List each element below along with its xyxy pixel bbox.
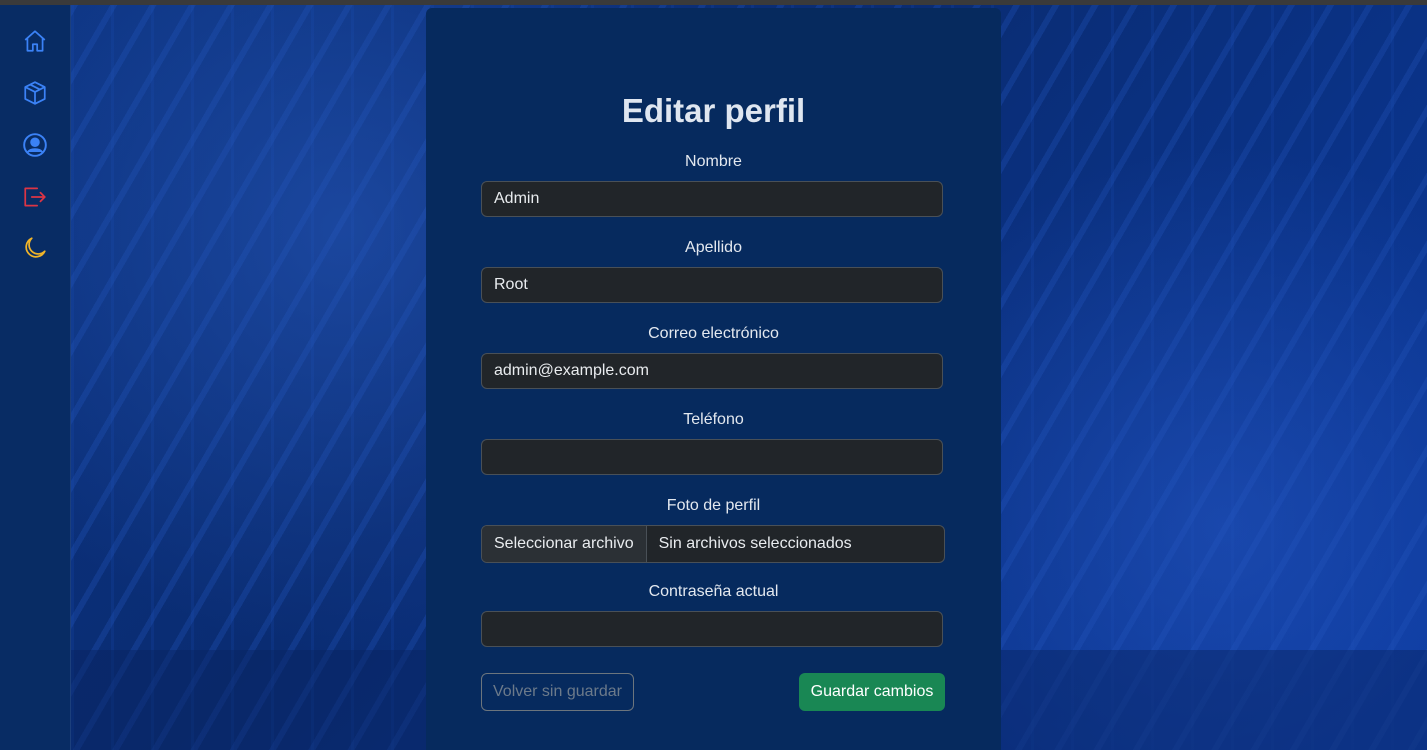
box-icon[interactable]	[21, 79, 49, 107]
edit-profile-card: Editar perfil Nombre Admin Apellido Root…	[426, 8, 1001, 750]
moon-icon[interactable]	[21, 234, 49, 262]
apellido-label: Apellido	[685, 239, 742, 256]
select-file-button[interactable]: Seleccionar archivo	[482, 526, 647, 562]
correo-label: Correo electrónico	[648, 325, 779, 342]
correo-value: admin@example.com	[494, 362, 649, 379]
foto-label: Foto de perfil	[666, 497, 761, 514]
correo-input[interactable]: admin@example.com	[481, 353, 943, 389]
sidebar	[0, 5, 71, 750]
save-changes-button[interactable]: Guardar cambios	[799, 673, 945, 711]
user-circle-icon[interactable]	[21, 131, 49, 159]
password-label: Contraseña actual	[648, 583, 779, 600]
nombre-value: Admin	[494, 190, 540, 207]
foto-file-input[interactable]: Seleccionar archivo Sin archivos selecci…	[481, 525, 945, 563]
file-status-text: Sin archivos seleccionados	[658, 535, 852, 552]
telefono-label: Teléfono	[683, 411, 744, 428]
telefono-input[interactable]	[481, 439, 943, 475]
back-without-saving-button[interactable]: Volver sin guardar	[481, 673, 634, 711]
logout-icon[interactable]	[21, 183, 49, 211]
apellido-input[interactable]: Root	[481, 267, 943, 303]
page-title: Editar perfil	[621, 92, 806, 129]
nombre-input[interactable]: Admin	[481, 181, 943, 217]
nombre-label: Nombre	[685, 153, 742, 170]
apellido-value: Root	[494, 276, 528, 293]
password-input[interactable]	[481, 611, 943, 647]
home-icon[interactable]	[21, 27, 49, 55]
